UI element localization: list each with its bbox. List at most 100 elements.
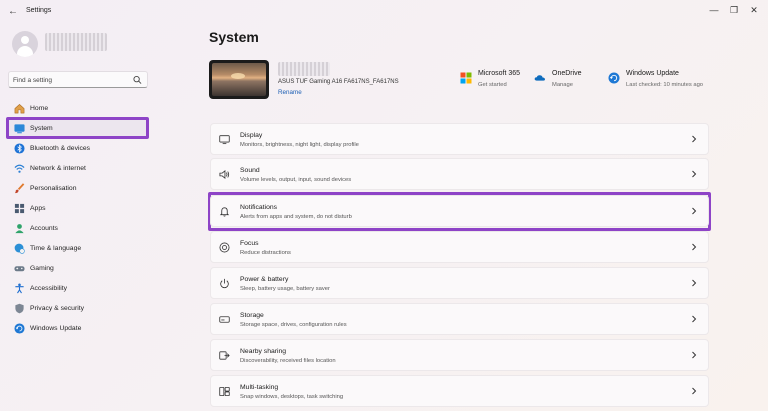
bluetooth-icon (14, 142, 25, 154)
sidebar-item-label: Privacy & security (30, 304, 85, 312)
chevron-right-icon (692, 135, 697, 143)
sidebar-item-windows-update[interactable]: Windows Update (6, 318, 149, 338)
sidebar-item-accounts[interactable]: Accounts (6, 218, 149, 238)
card-title: Nearby sharing (240, 348, 287, 355)
chevron-right-icon (692, 315, 697, 323)
redacted-device-name (278, 62, 330, 76)
device-wallpaper-thumbnail (209, 60, 269, 99)
settings-card-nearby-sharing[interactable]: Nearby sharing Discoverability, received… (210, 339, 709, 371)
settings-card-power-battery[interactable]: Power & battery Sleep, battery usage, ba… (210, 267, 709, 299)
sidebar-item-label: Personalisation (30, 184, 77, 192)
sidebar-item-bluetooth[interactable]: Bluetooth & devices (6, 138, 149, 158)
card-subtitle: Monitors, brightness, night light, displ… (240, 142, 359, 148)
accessibility-icon (15, 283, 24, 293)
quick-link-title: Microsoft 365 (478, 70, 521, 77)
chevron-right-icon (692, 351, 697, 359)
sidebar-item-label: Bluetooth & devices (30, 144, 91, 152)
back-button[interactable]: ← (6, 5, 20, 19)
storage-icon (219, 316, 230, 323)
card-title: Power & battery (240, 276, 289, 283)
close-button[interactable]: ✕ (746, 3, 762, 17)
card-subtitle: Sleep, battery usage, battery saver (240, 286, 330, 292)
accounts-icon (15, 223, 24, 233)
avatar-body (17, 46, 33, 57)
shield-icon (15, 303, 24, 313)
sidebar-item-label: Network & internet (30, 164, 86, 172)
chevron-right-icon (692, 387, 697, 395)
card-title: Notifications (240, 204, 278, 211)
update-icon (14, 322, 25, 334)
sidebar-item-label: Windows Update (30, 324, 82, 332)
highlight-system-nav (6, 117, 149, 139)
sidebar-item-personalisation[interactable]: Personalisation (6, 178, 149, 198)
card-subtitle: Storage space, drives, configuration rul… (240, 322, 347, 328)
chevron-right-icon (692, 279, 697, 287)
sidebar-item-gaming[interactable]: Gaming (6, 258, 149, 278)
avatar-head (21, 36, 29, 44)
settings-card-display[interactable]: Display Monitors, brightness, night ligh… (210, 123, 709, 155)
title-bar: ← Settings — ❐ ✕ (0, 0, 768, 24)
maximize-button[interactable]: ❐ (726, 3, 742, 17)
nearby-sharing-icon (219, 351, 230, 360)
page-title: System (209, 29, 259, 45)
card-subtitle: Discoverability, received files location (240, 358, 336, 364)
card-title: Multi-tasking (240, 384, 279, 391)
sidebar-item-apps[interactable]: Apps (6, 198, 149, 218)
gamepad-icon (14, 265, 25, 271)
globe-clock-icon (14, 243, 25, 254)
rename-link[interactable]: Rename (278, 89, 302, 96)
sidebar-item-accessibility[interactable]: Accessibility (6, 278, 149, 298)
search-input[interactable] (13, 74, 131, 86)
search-icon[interactable] (133, 75, 142, 85)
chevron-right-icon (692, 170, 697, 178)
brush-icon (14, 182, 25, 193)
user-avatar[interactable] (12, 31, 38, 57)
redacted-account-name (45, 33, 107, 51)
bell-icon (219, 207, 230, 217)
onedrive-icon (534, 75, 545, 81)
quick-link-subtitle: Get started (478, 82, 507, 88)
card-title: Storage (240, 312, 264, 319)
windows-update-icon (608, 72, 620, 84)
sidebar-item-privacy-security[interactable]: Privacy & security (6, 298, 149, 318)
quick-link-title: Windows Update (626, 70, 679, 77)
search-box[interactable] (8, 71, 148, 88)
wallpaper-image (212, 63, 266, 96)
wifi-icon (14, 164, 25, 173)
sidebar-item-label: Time & language (30, 244, 82, 252)
sidebar-item-label: Apps (30, 204, 46, 212)
card-subtitle: Snap windows, desktops, task switching (240, 394, 344, 400)
sidebar-item-home[interactable]: Home (6, 98, 149, 118)
sound-icon (219, 169, 230, 180)
quick-link-subtitle: Manage (552, 82, 573, 88)
multitasking-icon (219, 386, 230, 397)
wallpaper-sun (231, 73, 245, 79)
minimize-button[interactable]: — (706, 3, 722, 17)
settings-card-focus[interactable]: Focus Reduce distractions (210, 231, 709, 263)
card-subtitle: Reduce distractions (240, 250, 291, 256)
settings-card-notifications[interactable]: Notifications Alerts from apps and syste… (210, 195, 709, 227)
sidebar-item-label: Gaming (30, 264, 54, 272)
card-subtitle: Alerts from apps and system, do not dist… (240, 214, 352, 220)
card-title: Sound (240, 167, 260, 174)
sidebar-item-label: Home (30, 104, 49, 112)
microsoft-365-icon (460, 72, 472, 84)
home-icon (14, 103, 25, 113)
apps-icon (14, 203, 25, 213)
card-title: Display (240, 132, 263, 139)
power-icon (220, 278, 229, 289)
device-model: ASUS TUF Gaming A16 FA617NS_FA617NS (278, 79, 399, 85)
sidebar-item-label: Accounts (30, 224, 58, 232)
sidebar-item-label: Accessibility (30, 284, 68, 292)
quick-link-title: OneDrive (552, 70, 582, 77)
focus-icon (219, 242, 230, 253)
settings-card-storage[interactable]: Storage Storage space, drives, configura… (210, 303, 709, 335)
sidebar-item-network[interactable]: Network & internet (6, 158, 149, 178)
sidebar-item-time-language[interactable]: Time & language (6, 238, 149, 258)
display-icon (219, 135, 230, 145)
settings-card-multitasking[interactable]: Multi-tasking Snap windows, desktops, ta… (210, 375, 709, 407)
settings-card-sound[interactable]: Sound Volume levels, output, input, soun… (210, 158, 709, 190)
card-title: Focus (240, 240, 259, 247)
quick-link-subtitle: Last checked: 10 minutes ago (626, 82, 704, 88)
window-title: Settings (26, 7, 52, 14)
